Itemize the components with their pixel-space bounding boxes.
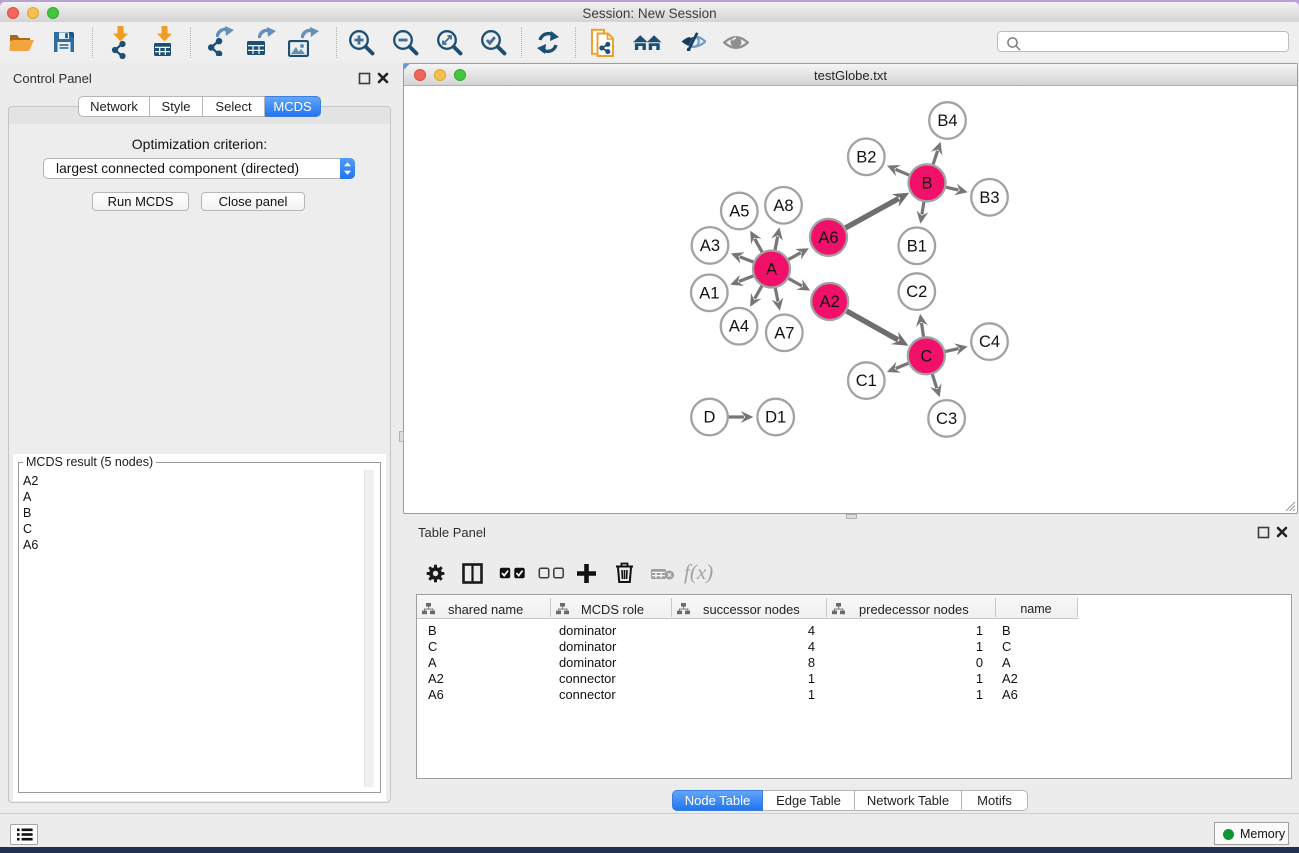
svg-text:A5: A5 [729,203,749,221]
svg-text:C2: C2 [906,283,927,301]
svg-text:A3: A3 [700,237,720,255]
svg-text:A2: A2 [820,293,840,311]
svg-text:B4: B4 [937,112,957,130]
svg-text:A: A [766,261,777,279]
svg-text:B1: B1 [907,237,927,255]
svg-text:A8: A8 [773,197,793,215]
svg-text:D1: D1 [765,409,786,427]
svg-text:A6: A6 [818,229,838,247]
svg-text:D: D [704,409,716,427]
svg-text:C: C [920,347,932,365]
svg-text:B2: B2 [856,148,876,166]
svg-text:B: B [921,174,932,192]
svg-text:C4: C4 [979,333,1000,351]
svg-text:A1: A1 [699,284,719,302]
svg-text:B3: B3 [979,189,999,207]
svg-text:C1: C1 [856,372,877,390]
svg-text:A4: A4 [729,318,749,336]
svg-text:A7: A7 [774,324,794,342]
svg-text:C3: C3 [936,410,957,428]
